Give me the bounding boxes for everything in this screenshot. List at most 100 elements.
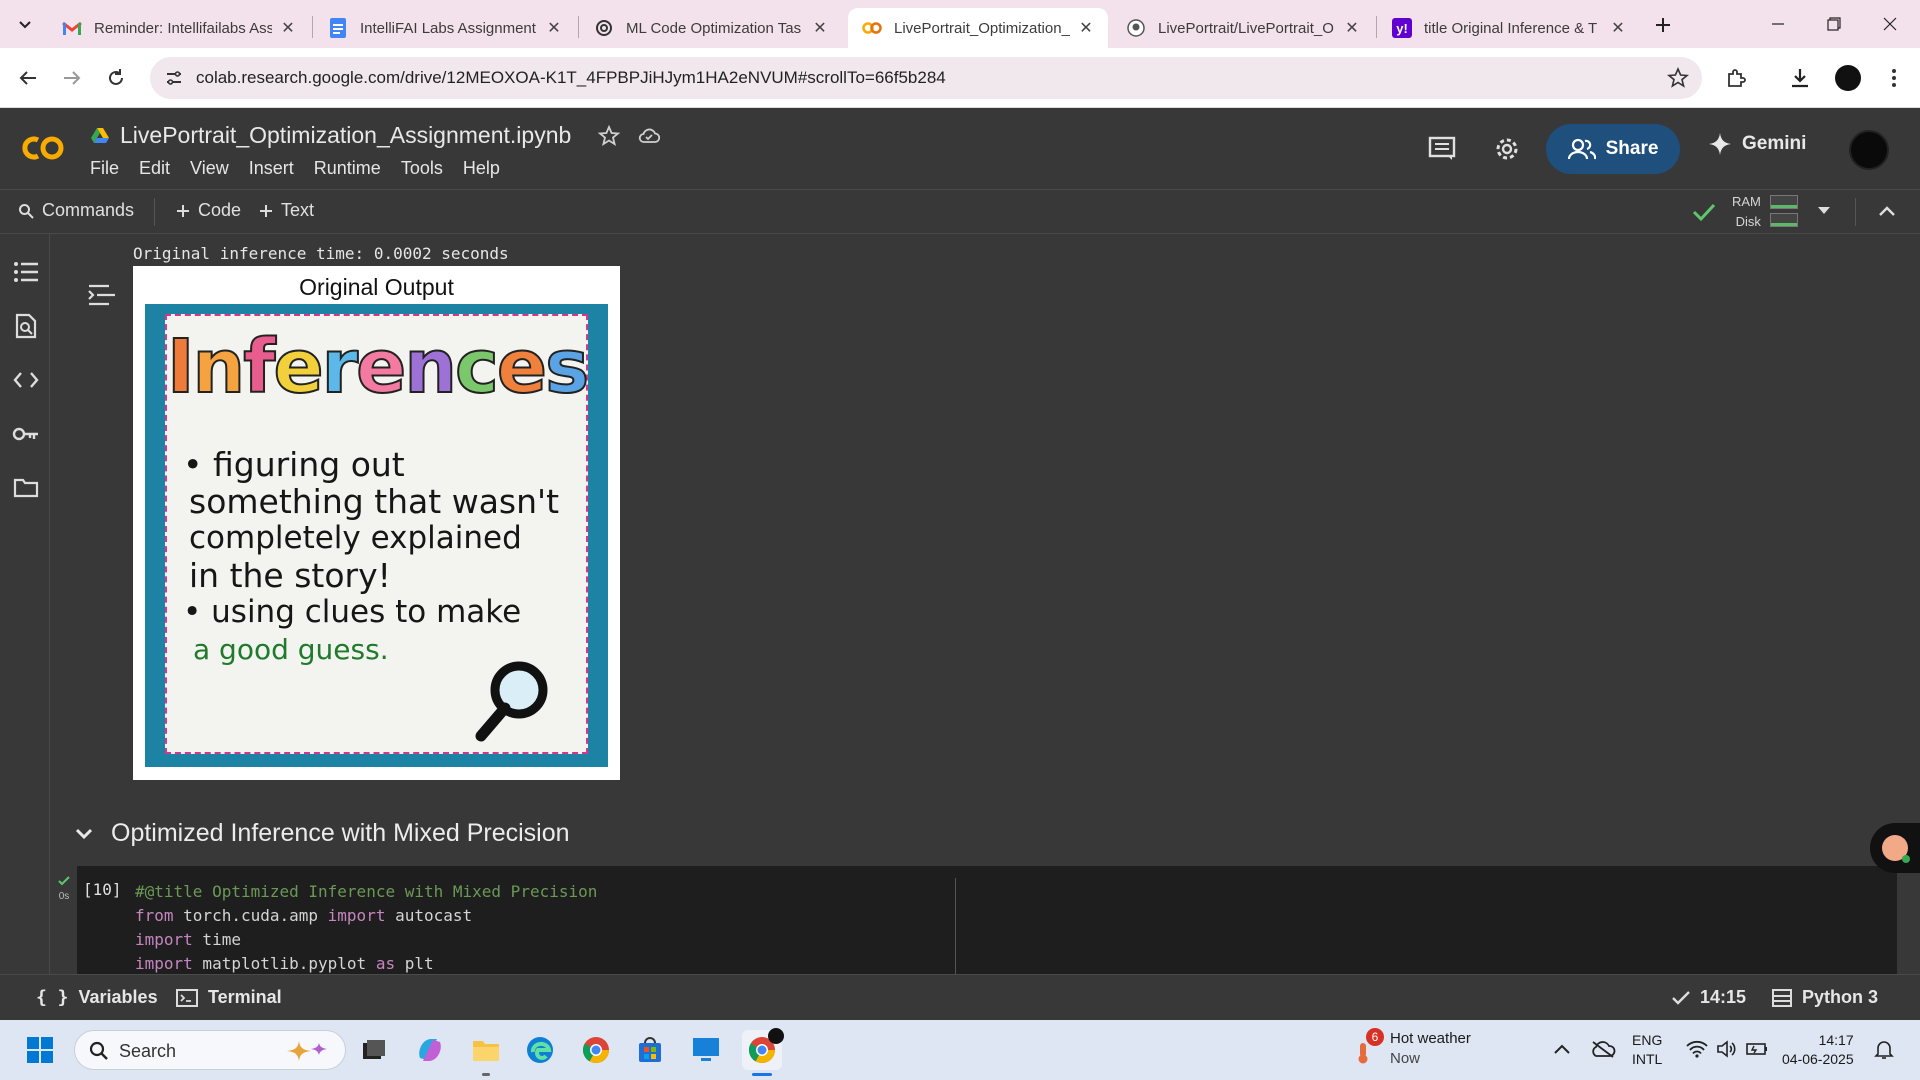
poster-line: something that wasn't <box>189 482 560 521</box>
taskbar-search[interactable]: Search <box>74 1030 346 1070</box>
menu-file[interactable]: File <box>90 158 119 179</box>
find-in-page-icon <box>15 313 37 339</box>
code-line: import matplotlib.pyplot as plt <box>135 952 597 974</box>
code-line: from torch.cuda.amp import autocast <box>135 904 597 928</box>
weather-badge: 6 <box>1366 1028 1384 1046</box>
profile-button[interactable] <box>1832 62 1864 94</box>
notebook-title[interactable]: LivePortrait_Optimization_Assignment.ipy… <box>120 122 571 149</box>
code-snippets-button[interactable] <box>12 366 40 394</box>
tab-separator <box>312 16 313 38</box>
onedrive-offline-icon[interactable] <box>1590 1040 1616 1058</box>
downloads-button[interactable] <box>1784 62 1816 94</box>
browser-tab-gmail[interactable]: Reminder: Intellifailabs Ass ✕ <box>48 8 310 48</box>
secrets-button[interactable] <box>12 420 40 448</box>
chevron-down-icon[interactable] <box>75 828 93 840</box>
task-view-button[interactable] <box>354 1030 394 1070</box>
battery-icon[interactable] <box>1746 1040 1768 1058</box>
close-icon[interactable]: ✕ <box>544 18 564 38</box>
code-token: matplotlib.pyplot <box>192 954 376 973</box>
caret-down-icon[interactable] <box>1817 206 1831 216</box>
browser-tab-colab[interactable]: LivePortrait_Optimization_ ✕ <box>848 8 1108 48</box>
close-icon[interactable]: ✕ <box>1608 18 1628 38</box>
resource-meter[interactable]: RAM Disk <box>1732 192 1761 232</box>
close-icon[interactable]: ✕ <box>1342 18 1362 38</box>
new-tab-button[interactable] <box>1650 12 1676 38</box>
share-button[interactable]: Share <box>1546 124 1680 174</box>
output-actions-icon[interactable] <box>87 282 117 308</box>
store-app[interactable] <box>630 1030 670 1070</box>
close-icon[interactable]: ✕ <box>810 18 830 38</box>
notifications-icon[interactable] <box>1874 1040 1894 1060</box>
variables-button[interactable]: { } Variables <box>36 987 158 1008</box>
reload-icon <box>109 69 123 85</box>
url-text[interactable]: colab.research.google.com/drive/12MEOXOA… <box>196 68 946 88</box>
cloud-saved-icon[interactable] <box>637 124 661 148</box>
code-token: autocast <box>385 906 473 925</box>
gemini-button[interactable]: Gemini <box>1708 132 1806 156</box>
key-icon <box>12 427 38 441</box>
section-header[interactable]: Optimized Inference with Mixed Precision <box>75 819 570 848</box>
forward-button[interactable] <box>56 62 88 94</box>
bookmark-star-icon[interactable] <box>1666 66 1690 90</box>
last-run-status[interactable]: 14:15 <box>1672 987 1746 1008</box>
star-icon[interactable] <box>597 124 621 148</box>
menu-view[interactable]: View <box>190 158 229 179</box>
file-explorer-app[interactable] <box>466 1030 506 1076</box>
volume-icon[interactable] <box>1716 1040 1736 1058</box>
cell-run-status[interactable]: 0s <box>51 866 77 902</box>
tab-separator <box>578 16 579 38</box>
google-drive-icon[interactable] <box>90 127 110 145</box>
menu-runtime[interactable]: Runtime <box>314 158 381 179</box>
code-cell[interactable]: 0s [10] #@title Optimized Inference with… <box>58 866 1897 974</box>
edge-app[interactable] <box>520 1030 560 1070</box>
remote-desktop-app[interactable] <box>686 1030 726 1070</box>
input-language[interactable]: ENG INTL <box>1632 1031 1662 1069</box>
runtime-type[interactable]: Python 3 <box>1772 987 1878 1008</box>
account-avatar[interactable] <box>1849 130 1889 170</box>
browser-tab-docs[interactable]: IntelliFAI Labs Assignment ✕ <box>314 8 576 48</box>
close-icon[interactable]: ✕ <box>1076 18 1096 38</box>
comments-button[interactable] <box>1425 132 1459 166</box>
close-window-button[interactable] <box>1862 0 1918 48</box>
menu-help[interactable]: Help <box>463 158 500 179</box>
settings-button[interactable] <box>1490 132 1524 166</box>
chrome-app[interactable] <box>576 1030 616 1070</box>
copilot-app[interactable] <box>410 1030 450 1070</box>
browser-tab-yahoo[interactable]: y! title Original Inference & T ✕ <box>1378 8 1640 48</box>
commands-button[interactable]: Commands <box>18 200 134 221</box>
browser-tab-chatgpt[interactable]: ML Code Optimization Tas ✕ <box>580 8 842 48</box>
address-bar[interactable]: colab.research.google.com/drive/12MEOXOA… <box>150 57 1702 99</box>
menu-insert[interactable]: Insert <box>249 158 294 179</box>
back-button[interactable] <box>12 62 44 94</box>
close-icon[interactable]: ✕ <box>278 18 298 38</box>
reload-button[interactable] <box>100 62 132 94</box>
start-button[interactable] <box>20 1030 60 1070</box>
terminal-button[interactable]: Terminal <box>176 987 282 1008</box>
tab-search-button[interactable] <box>10 10 40 40</box>
code-editor[interactable]: #@title Optimized Inference with Mixed P… <box>135 880 597 974</box>
files-button[interactable] <box>12 474 40 502</box>
add-code-label: Code <box>198 200 242 220</box>
floating-assistant-button[interactable] <box>1870 823 1920 873</box>
browser-menu-button[interactable] <box>1878 62 1910 94</box>
site-settings-icon[interactable] <box>164 68 184 88</box>
chrome-active-app[interactable] <box>742 1028 784 1076</box>
find-replace-button[interactable] <box>12 312 40 340</box>
restore-button[interactable] <box>1806 0 1862 48</box>
minimize-button[interactable] <box>1750 0 1806 48</box>
menu-edit[interactable]: Edit <box>139 158 170 179</box>
add-text-button[interactable]: Text <box>259 200 314 221</box>
add-code-button[interactable]: Code <box>176 200 241 221</box>
weather-subtitle: Now <box>1390 1050 1421 1067</box>
system-clock[interactable]: 14:17 04-06-2025 <box>1782 1031 1854 1069</box>
menu-tools[interactable]: Tools <box>401 158 443 179</box>
tab-separator <box>1376 16 1377 38</box>
colab-logo-icon[interactable] <box>18 130 70 166</box>
chevron-up-icon[interactable] <box>1554 1044 1570 1054</box>
windows-taskbar: Search 6 Hot weather Now ENG INTL 14:17 … <box>0 1020 1920 1080</box>
extensions-button[interactable] <box>1720 62 1752 94</box>
browser-tab-github[interactable]: LivePortrait/LivePortrait_O ✕ <box>1112 8 1374 48</box>
wifi-icon[interactable] <box>1686 1040 1708 1058</box>
chevron-up-icon[interactable] <box>1878 204 1896 218</box>
table-of-contents-button[interactable] <box>12 258 40 286</box>
